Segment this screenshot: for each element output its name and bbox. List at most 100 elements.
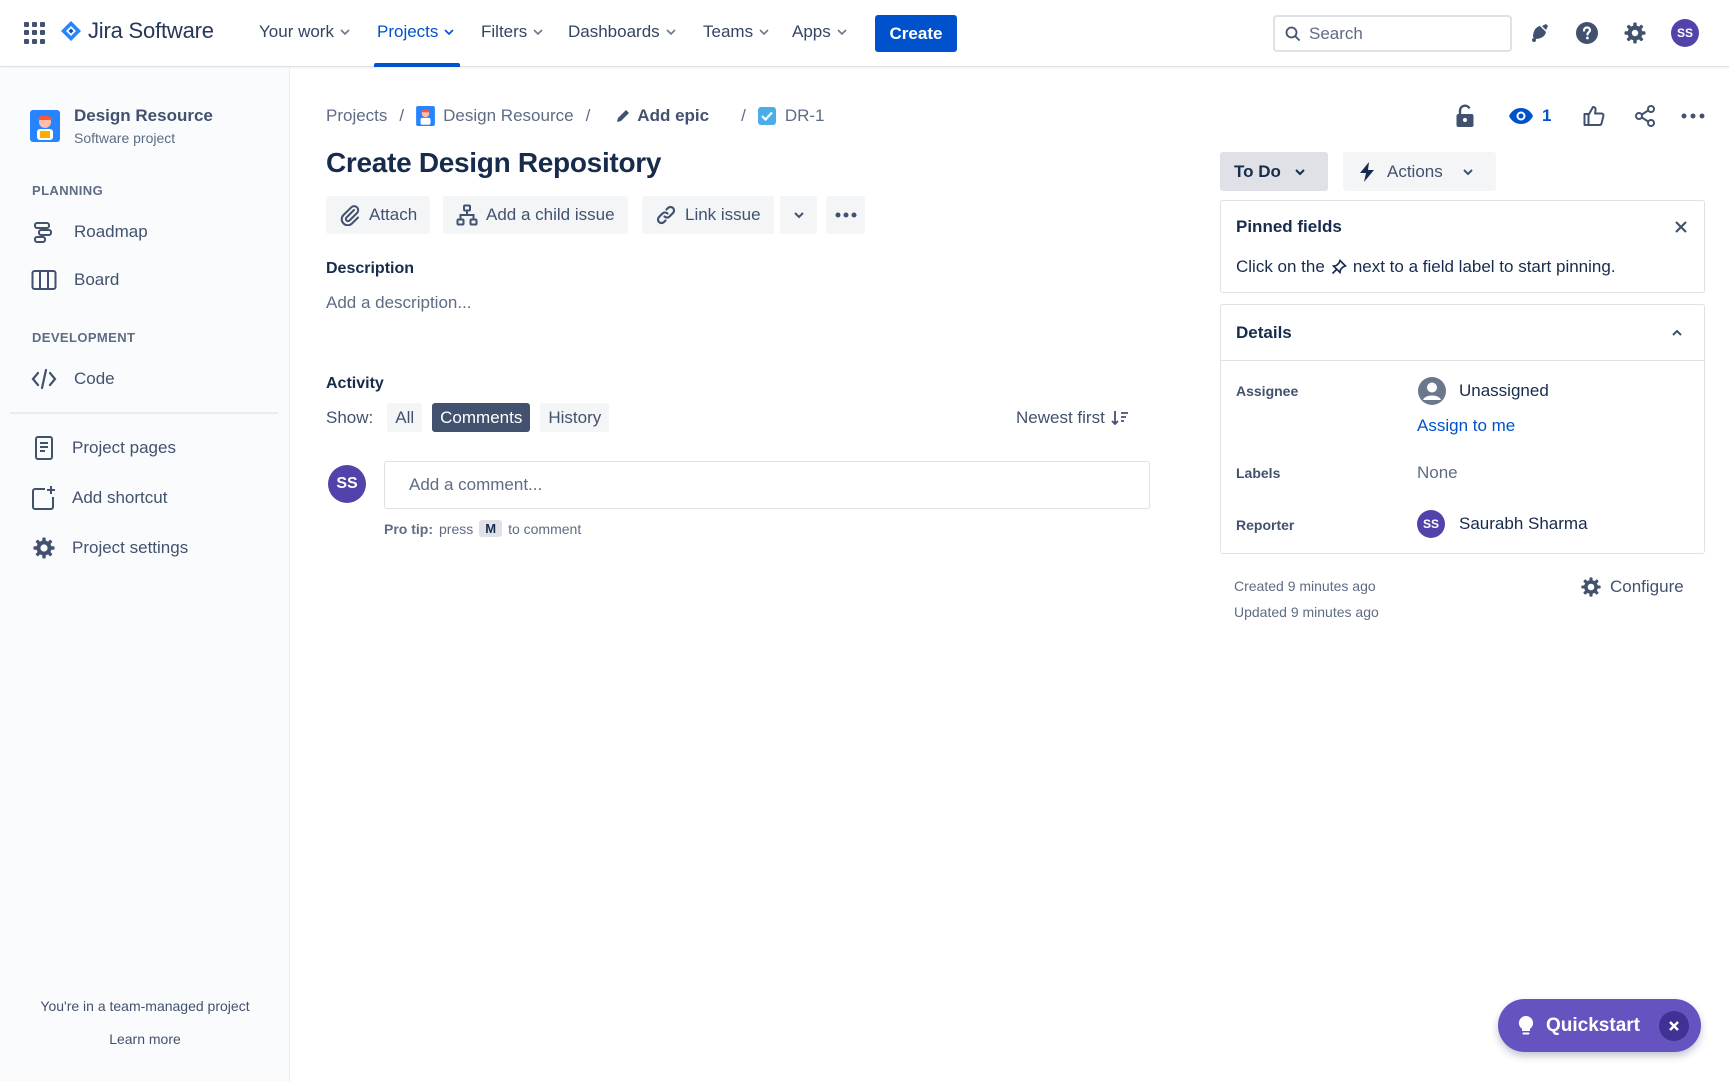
pro-tip: Pro tip: press M to comment xyxy=(384,520,581,537)
quickstart-button[interactable]: Quickstart xyxy=(1498,999,1701,1052)
comment-input[interactable]: Add a comment... xyxy=(384,461,1150,509)
add-child-issue-button[interactable]: Add a child issue xyxy=(443,196,628,234)
filter-comments[interactable]: Comments xyxy=(432,403,531,432)
nav-dashboards[interactable]: Dashboards xyxy=(568,22,677,42)
description-input[interactable]: Add a description... xyxy=(326,293,472,313)
sort-newest-first-button[interactable]: Newest first xyxy=(1016,408,1129,428)
sort-label: Newest first xyxy=(1016,408,1105,427)
help-icon[interactable] xyxy=(1574,20,1600,46)
details-header[interactable]: Details xyxy=(1221,305,1704,361)
nav-apps[interactable]: Apps xyxy=(792,22,848,42)
project-header[interactable]: Design Resource Software project xyxy=(30,106,213,146)
commenter-avatar: SS xyxy=(328,465,366,503)
page-icon xyxy=(30,434,58,462)
more-actions-button[interactable] xyxy=(826,196,865,234)
sidebar-item-project-settings[interactable]: Project settings xyxy=(30,534,188,562)
labels-value[interactable]: None xyxy=(1417,463,1458,483)
paperclip-icon xyxy=(339,204,361,226)
sidebar-item-add-shortcut[interactable]: Add shortcut xyxy=(30,484,167,512)
assignee-value[interactable]: Unassigned xyxy=(1417,376,1549,406)
lightning-icon xyxy=(1360,161,1374,182)
app-switcher-icon[interactable] xyxy=(24,22,46,44)
jira-logo[interactable]: Jira Software xyxy=(60,18,214,44)
chevron-down-icon xyxy=(1295,168,1305,175)
board-icon xyxy=(30,266,58,294)
add-epic-link[interactable]: Add epic xyxy=(616,106,709,126)
sidebar-item-board[interactable]: Board xyxy=(30,266,119,294)
configure-button[interactable]: Configure xyxy=(1580,576,1684,598)
link-issue-dropdown-button[interactable] xyxy=(779,196,817,234)
search-box[interactable] xyxy=(1273,15,1512,52)
share-icon[interactable] xyxy=(1634,103,1656,129)
issue-title[interactable]: Create Design Repository xyxy=(326,147,661,179)
more-options-icon[interactable] xyxy=(1681,103,1705,129)
chevron-down-icon xyxy=(666,29,676,36)
nav-projects[interactable]: Projects xyxy=(377,22,455,42)
sidebar-item-board-label: Board xyxy=(74,270,120,289)
nav-filters-label: Filters xyxy=(481,22,528,41)
user-avatar[interactable]: SS xyxy=(1671,19,1699,47)
search-input[interactable] xyxy=(1309,23,1489,44)
jira-diamond-icon xyxy=(61,21,81,41)
learn-more-link[interactable]: Learn more xyxy=(0,1031,290,1047)
breadcrumb-project[interactable]: Design Resource xyxy=(443,106,573,126)
pro-tip-bold: Pro tip: xyxy=(384,520,433,537)
actions-label: Actions xyxy=(1387,161,1443,181)
nav-filters[interactable]: Filters xyxy=(481,22,544,42)
pinned-fields-hint: Click on the next to a field label to st… xyxy=(1236,257,1616,277)
updated-timestamp: Updated 9 minutes ago xyxy=(1234,604,1379,620)
assignee-name: Unassigned xyxy=(1459,381,1549,400)
sidebar-item-code[interactable]: Code xyxy=(30,365,115,393)
code-icon xyxy=(30,365,58,393)
pencil-icon xyxy=(617,110,630,122)
link-issue-button[interactable]: Link issue xyxy=(642,196,774,234)
project-avatar-icon xyxy=(416,106,436,126)
reporter-value[interactable]: SS Saurabh Sharma xyxy=(1417,510,1588,538)
assign-to-me-link[interactable]: Assign to me xyxy=(1417,416,1515,436)
pro-tip-press: press xyxy=(439,520,474,537)
chevron-down-icon xyxy=(837,29,847,36)
pinned-fields-panel: Pinned fields Click on the next to a fie… xyxy=(1220,200,1705,293)
activity-heading: Activity xyxy=(326,375,384,392)
filter-history[interactable]: History xyxy=(540,403,610,432)
notifications-icon[interactable] xyxy=(1526,20,1552,46)
create-button[interactable]: Create xyxy=(875,15,957,52)
watch-button[interactable]: 1 xyxy=(1508,103,1551,129)
gear-icon xyxy=(30,534,58,562)
labels-label: Labels xyxy=(1236,465,1281,481)
chevron-down-icon xyxy=(793,212,804,219)
watch-count: 1 xyxy=(1542,106,1552,125)
chevron-down-icon xyxy=(533,29,543,36)
breadcrumb-issue-key[interactable]: DR-1 xyxy=(785,106,825,126)
project-type: Software project xyxy=(74,130,176,146)
hierarchy-icon xyxy=(456,204,478,226)
sidebar-item-project-pages[interactable]: Project pages xyxy=(30,434,176,462)
nav-your-work[interactable]: Your work xyxy=(259,22,351,42)
status-dropdown[interactable]: To Do xyxy=(1220,152,1328,191)
sidebar-item-roadmap[interactable]: Roadmap xyxy=(30,218,148,246)
breadcrumb-projects[interactable]: Projects xyxy=(326,106,387,126)
nav-your-work-label: Your work xyxy=(259,22,334,41)
eye-icon xyxy=(1509,108,1533,124)
project-avatar-icon xyxy=(30,110,60,142)
chevron-down-icon xyxy=(759,29,769,36)
pin-icon xyxy=(1331,259,1347,275)
breadcrumb: Projects / Design Resource / Add epic / … xyxy=(326,106,825,126)
active-nav-indicator xyxy=(374,63,460,67)
sidebar-item-project-pages-label: Project pages xyxy=(72,438,176,457)
link-issue-label: Link issue xyxy=(685,205,761,224)
attach-button[interactable]: Attach xyxy=(326,196,431,234)
close-icon[interactable] xyxy=(1674,220,1688,234)
sidebar-item-add-shortcut-label: Add shortcut xyxy=(72,488,168,507)
actions-dropdown[interactable]: Actions xyxy=(1343,152,1496,191)
chevron-down-icon xyxy=(444,29,454,36)
status-label: To Do xyxy=(1234,161,1281,181)
filter-all[interactable]: All xyxy=(387,403,423,432)
settings-gear-icon[interactable] xyxy=(1622,20,1648,46)
chevron-down-icon xyxy=(340,29,350,36)
lock-icon[interactable] xyxy=(1455,103,1475,129)
quickstart-close-icon[interactable] xyxy=(1659,1011,1689,1041)
pinned-hint-after: next to a field label to start pinning. xyxy=(1352,257,1616,276)
nav-teams[interactable]: Teams xyxy=(703,22,770,42)
like-icon[interactable] xyxy=(1583,103,1605,129)
